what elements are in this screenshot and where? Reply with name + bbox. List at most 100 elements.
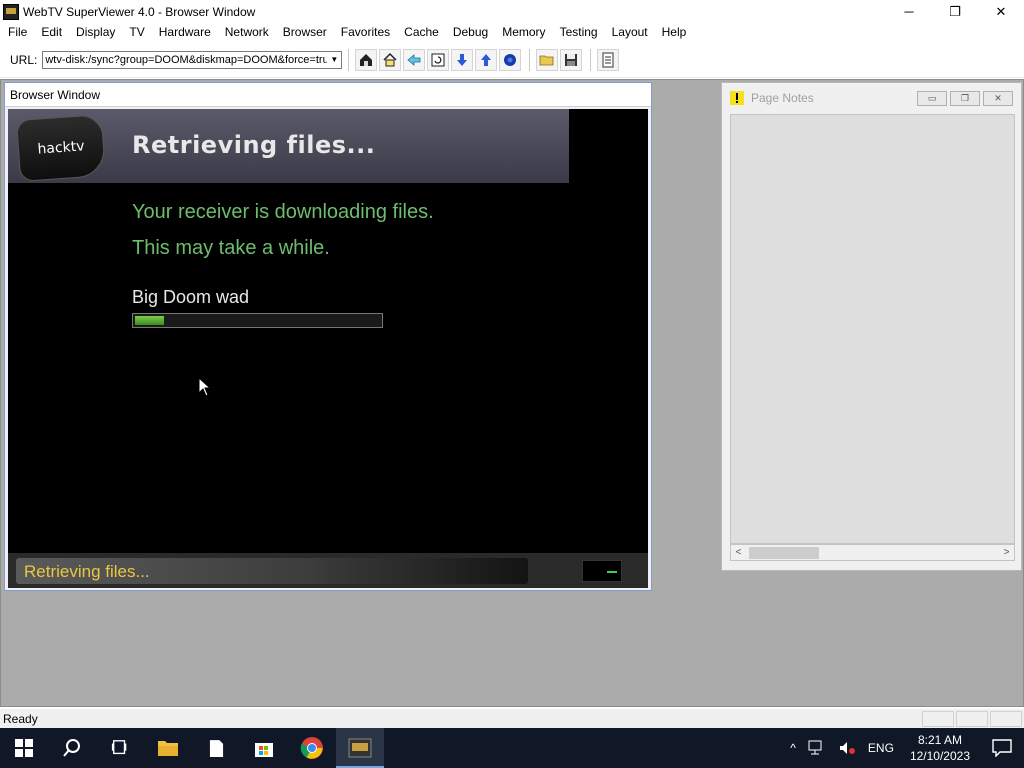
- menu-help[interactable]: Help: [655, 23, 694, 42]
- chrome-icon: [300, 737, 323, 759]
- progress-fill: [135, 316, 165, 325]
- scroll-left-icon[interactable]: <: [731, 545, 746, 560]
- file-explorer-icon: [158, 741, 178, 756]
- open-folder-icon: [539, 55, 554, 65]
- menu-browser[interactable]: Browser: [276, 23, 334, 42]
- menu-edit[interactable]: Edit: [34, 23, 69, 42]
- back-arrow-icon: [407, 53, 421, 66]
- save-icon: [565, 53, 578, 66]
- wait-message: This may take a while.: [132, 237, 330, 259]
- task-view-button[interactable]: [96, 728, 144, 768]
- toolbar-separator: [348, 48, 350, 71]
- scroll-right-icon[interactable]: >: [999, 545, 1014, 560]
- home-button[interactable]: [379, 48, 402, 71]
- mouse-cursor-icon: [198, 377, 212, 397]
- status-pane: [956, 711, 988, 727]
- status-pane: [990, 711, 1022, 727]
- menu-file[interactable]: File: [1, 23, 34, 42]
- page-notes-minimize-button[interactable]: ▭: [917, 91, 947, 106]
- file-name: Big Doom wad: [132, 287, 250, 307]
- page-notes-titlebar[interactable]: Page Notes ▭ ❐ ✕: [722, 83, 1021, 113]
- warning-icon: [730, 91, 744, 105]
- clock-time: 8:21 AM: [917, 733, 962, 747]
- open-button[interactable]: [536, 48, 559, 71]
- taskbar: ^ ENG 8:21 AM 12/10/2023: [0, 728, 1024, 768]
- page-notes-body[interactable]: [730, 114, 1015, 544]
- scroll-thumb[interactable]: [749, 547, 819, 559]
- clock[interactable]: 8:21 AM 12/10/2023: [900, 732, 980, 764]
- notifications-icon[interactable]: [980, 739, 1024, 757]
- up-arrow-icon: [481, 53, 492, 66]
- network-icon[interactable]: [802, 740, 832, 756]
- menu-display[interactable]: Display: [69, 23, 122, 42]
- home-icon: [383, 52, 397, 66]
- connection-indicator-icon: [582, 560, 622, 582]
- chevron-down-icon[interactable]: ▼: [327, 52, 341, 68]
- task-view-icon: [111, 740, 127, 755]
- tv-status-bar: Retrieving files...: [8, 553, 648, 588]
- page-notes-close-button[interactable]: ✕: [983, 91, 1013, 106]
- webtv-viewer-button[interactable]: [336, 728, 384, 768]
- status-text: Ready: [3, 711, 38, 726]
- reload-button[interactable]: [427, 48, 450, 71]
- status-pane: [922, 711, 954, 727]
- tv-status-text: Retrieving files...: [24, 562, 150, 581]
- banner: hacktv Retrieving files...: [8, 109, 569, 183]
- chrome-button[interactable]: [288, 728, 336, 768]
- start-button[interactable]: [0, 728, 48, 768]
- windows-start-icon: [15, 739, 33, 757]
- tray-chevron-icon[interactable]: ^: [784, 741, 802, 755]
- menu-memory[interactable]: Memory: [495, 23, 552, 42]
- hacktv-logo: hacktv: [15, 114, 107, 182]
- menu-hardware[interactable]: Hardware: [152, 23, 218, 42]
- toolbar-separator: [590, 48, 592, 71]
- back-button[interactable]: [403, 48, 426, 71]
- store-button[interactable]: [240, 728, 288, 768]
- menu-favorites[interactable]: Favorites: [334, 23, 397, 42]
- webtv-viewer-icon: [348, 738, 372, 758]
- system-tray: ^ ENG 8:21 AM 12/10/2023: [784, 728, 1024, 768]
- mdi-workspace: Browser Window hacktv Retrieving files..…: [0, 79, 1024, 707]
- notepad-button[interactable]: [192, 728, 240, 768]
- file-explorer-button[interactable]: [144, 728, 192, 768]
- restore-button[interactable]: ❐: [932, 0, 978, 23]
- tv-screen[interactable]: hacktv Retrieving files... Your receiver…: [8, 109, 648, 588]
- download-progress-bar: [132, 313, 383, 328]
- save-button[interactable]: [560, 48, 583, 71]
- stop-button[interactable]: [499, 48, 522, 71]
- store-icon: [255, 743, 273, 757]
- url-combobox[interactable]: ▼: [42, 50, 343, 69]
- url-input[interactable]: [43, 51, 328, 68]
- stop-icon: [504, 53, 517, 66]
- tv-status-panel: Retrieving files...: [16, 558, 528, 584]
- app-status-bar: Ready: [0, 709, 1024, 728]
- url-label: URL:: [10, 52, 38, 67]
- menu-testing[interactable]: Testing: [553, 23, 605, 42]
- notepad-icon: [209, 739, 223, 757]
- page-source-icon: [602, 52, 614, 67]
- app-icon[interactable]: [3, 3, 19, 20]
- page-source-button[interactable]: [597, 48, 620, 71]
- menu-cache[interactable]: Cache: [397, 23, 446, 42]
- search-icon: [63, 739, 80, 757]
- down-button[interactable]: [451, 48, 474, 71]
- browser-window-title[interactable]: Browser Window: [5, 83, 651, 107]
- menu-layout[interactable]: Layout: [605, 23, 655, 42]
- menu-network[interactable]: Network: [218, 23, 276, 42]
- home-folder-button[interactable]: [355, 48, 378, 71]
- close-button[interactable]: ✕: [978, 0, 1024, 23]
- menu-debug[interactable]: Debug: [446, 23, 495, 42]
- menu-tv[interactable]: TV: [122, 23, 151, 42]
- browser-window: Browser Window hacktv Retrieving files..…: [4, 82, 652, 591]
- language-indicator[interactable]: ENG: [862, 741, 900, 755]
- search-button[interactable]: [48, 728, 96, 768]
- up-button[interactable]: [475, 48, 498, 71]
- minimize-button[interactable]: ─: [886, 0, 932, 23]
- horizontal-scrollbar[interactable]: < >: [730, 544, 1015, 561]
- clock-date: 12/10/2023: [909, 749, 970, 763]
- toolbar: URL: ▼: [0, 42, 1024, 78]
- page-notes-restore-button[interactable]: ❐: [950, 91, 980, 106]
- banner-title: Retrieving files...: [132, 131, 376, 159]
- menu-bar: File Edit Display TV Hardware Network Br…: [0, 23, 1024, 42]
- volume-muted-icon[interactable]: [832, 740, 862, 756]
